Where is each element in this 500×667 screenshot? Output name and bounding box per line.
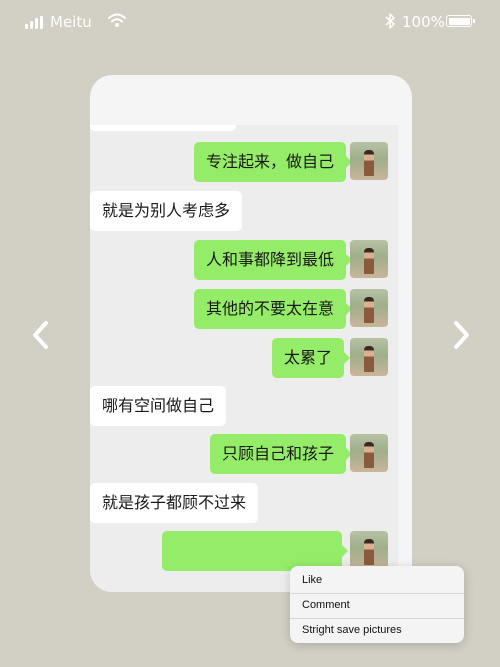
carrier-name: Meitu (50, 13, 92, 31)
message-bubble-sent: 专注起来，做自己 (194, 142, 353, 182)
bluetooth-icon (385, 13, 395, 29)
battery-icon (446, 15, 475, 27)
message-bubble-received: 就是孩子都顾不过来 (90, 483, 259, 523)
message-bubble-received: 就是为别人考虑多 (90, 191, 243, 231)
message-row: 人和事都降到最低 (90, 240, 398, 280)
previous-button[interactable] (28, 318, 54, 352)
avatar (350, 289, 388, 327)
message-row: 其他的不要太在意 (90, 289, 398, 329)
message-row: 就是为别人考虑多 (90, 191, 398, 231)
menu-item-save-pictures[interactable]: Stright save pictures (290, 618, 464, 643)
message-bubble-sent: 只顾自己和孩子 (210, 434, 353, 474)
avatar (350, 240, 388, 278)
message-bubble-sent: 人和事都降到最低 (194, 240, 353, 280)
wifi-icon (108, 13, 126, 27)
screenshot-card[interactable]: 专注起来，做自己 就是为别人考虑多 人和事都降到最低 其他的不要太在意 太累了 … (90, 75, 412, 592)
message-row (90, 531, 398, 571)
message-row: 专注起来，做自己 (90, 142, 398, 182)
message-bubble-sent: 其他的不要太在意 (194, 289, 353, 329)
message-bubble-partial (90, 125, 236, 131)
message-row: 太累了 (90, 338, 398, 378)
menu-item-like[interactable]: Like (290, 568, 464, 593)
context-menu: Like Comment Stright save pictures (290, 566, 464, 643)
chat-area: 专注起来，做自己 就是为别人考虑多 人和事都降到最低 其他的不要太在意 太累了 … (90, 125, 398, 592)
status-bar: Meitu 100% (0, 0, 500, 44)
avatar (350, 434, 388, 472)
next-button[interactable] (448, 318, 474, 352)
menu-item-comment[interactable]: Comment (290, 593, 464, 618)
chevron-right-icon (454, 321, 469, 349)
message-bubble-partial (162, 531, 348, 571)
message-row: 只顾自己和孩子 (90, 434, 398, 474)
message-row: 哪有空间做自己 (90, 386, 398, 426)
signal-icon (25, 16, 45, 29)
message-row: 就是孩子都顾不过来 (90, 483, 398, 523)
message-bubble-sent: 太累了 (272, 338, 351, 378)
battery-percent: 100% (402, 13, 445, 31)
avatar (350, 531, 388, 569)
message-bubble-received: 哪有空间做自己 (90, 386, 227, 426)
avatar (350, 142, 388, 180)
chevron-left-icon (33, 321, 48, 349)
avatar (350, 338, 388, 376)
message-row (90, 125, 398, 131)
